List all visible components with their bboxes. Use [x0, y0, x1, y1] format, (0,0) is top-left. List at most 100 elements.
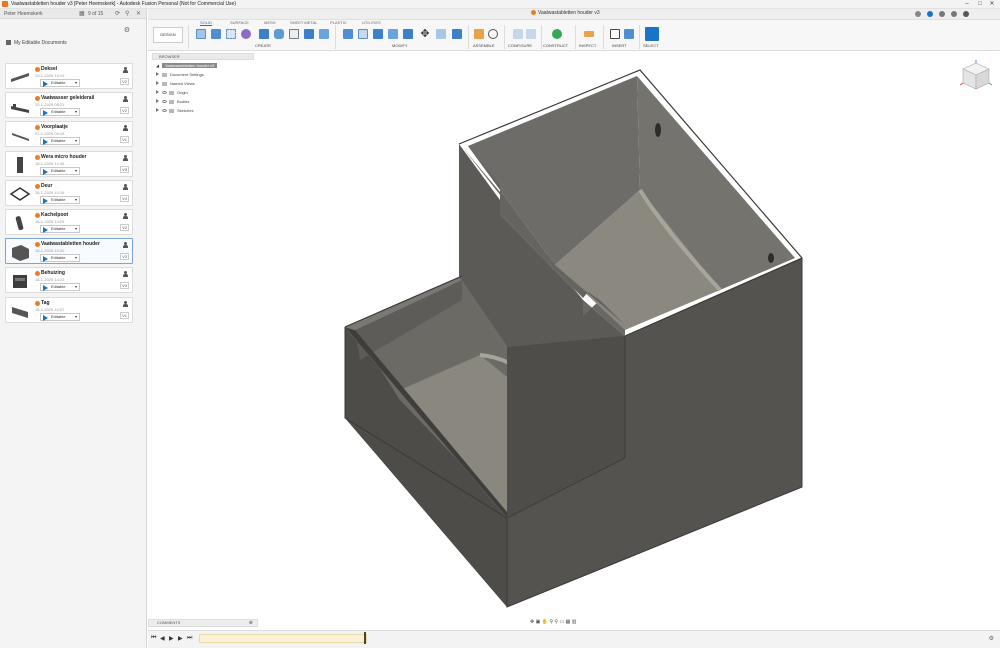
- construct-menu[interactable]: CONSTRUCT: [543, 43, 568, 48]
- notifications-icon[interactable]: [939, 11, 945, 17]
- fit-icon[interactable]: ⚲: [554, 619, 558, 625]
- document-card[interactable]: Vaatwasser geleiderail 10-1-2025 08:21 Edi…: [5, 92, 133, 119]
- display-settings-icon[interactable]: ▭: [559, 619, 564, 625]
- editable-dropdown[interactable]: Editable ▾: [40, 283, 80, 292]
- editable-dropdown[interactable]: Editable ▾: [40, 254, 80, 263]
- expand-arrow-icon[interactable]: [156, 81, 159, 85]
- editable-dropdown[interactable]: Editable ▾: [40, 312, 80, 321]
- document-name[interactable]: Deur: [41, 183, 52, 189]
- play-icon[interactable]: ▶: [169, 635, 174, 642]
- version-badge[interactable]: V4: [120, 194, 129, 202]
- browser-item-sketches[interactable]: Sketches: [156, 108, 193, 113]
- go-to-start-icon[interactable]: ⏮: [151, 635, 156, 642]
- expand-arrow-icon[interactable]: [156, 72, 159, 76]
- move-icon[interactable]: ✥: [420, 29, 430, 40]
- insert-image-icon[interactable]: [624, 29, 634, 39]
- person-icon[interactable]: [123, 96, 128, 103]
- create-sketch-icon[interactable]: [196, 29, 206, 39]
- tab-surface[interactable]: SURFACE: [230, 20, 249, 25]
- browser-item-document-settings[interactable]: Document Settings: [156, 72, 204, 77]
- inspect-menu[interactable]: INSPECT: [579, 43, 596, 48]
- expand-arrow-icon[interactable]: [156, 90, 159, 94]
- pattern-icon[interactable]: [319, 29, 329, 39]
- fillet-icon[interactable]: [358, 29, 368, 39]
- version-badge[interactable]: V2: [120, 78, 129, 85]
- document-card[interactable]: Wera micro houder 16-1-2025 12:46 Editable…: [5, 150, 133, 177]
- close-panel-icon[interactable]: ✕: [136, 10, 141, 17]
- maximize-icon[interactable]: □: [974, 0, 986, 9]
- breadcrumb[interactable]: My Editable Documents: [6, 40, 67, 46]
- tab-plastic[interactable]: PLASTIC: [330, 20, 347, 25]
- canvas-viewport[interactable]: [148, 51, 1000, 621]
- job-status-icon[interactable]: [927, 11, 933, 17]
- search-icon[interactable]: ⚲: [125, 10, 129, 17]
- offset-plane-icon[interactable]: [552, 29, 562, 39]
- document-card[interactable]: Deur 16-1-2025 10:16 Editable ▾ V4: [5, 179, 133, 206]
- tab-utilities[interactable]: UTILITIES: [362, 20, 381, 25]
- editable-dropdown[interactable]: Editable ▾: [40, 79, 80, 87]
- create-form-icon[interactable]: [289, 29, 299, 39]
- select-menu[interactable]: SELECT: [643, 43, 659, 48]
- document-name[interactable]: Behuizing: [41, 270, 65, 276]
- modify-menu[interactable]: MODIFY: [392, 43, 408, 48]
- configure-menu[interactable]: CONFIGURE: [508, 43, 532, 48]
- browser-item-bodies[interactable]: Bodies: [156, 99, 189, 104]
- home-icon[interactable]: [6, 40, 11, 46]
- timeline-features[interactable]: [199, 634, 367, 643]
- help-icon[interactable]: [951, 11, 957, 17]
- document-name[interactable]: Vaatwastabletten houder: [41, 241, 100, 247]
- chamfer-icon[interactable]: [373, 29, 383, 39]
- shell-icon[interactable]: [388, 29, 398, 39]
- document-name[interactable]: Deksel: [41, 66, 57, 72]
- editable-dropdown[interactable]: Editable ▾: [40, 137, 80, 146]
- document-card[interactable]: Voorplaatje 21-1-2025 09:19 Editable ▾ V1: [5, 121, 133, 148]
- orbit-icon[interactable]: ✥: [530, 619, 534, 625]
- measure-icon[interactable]: [584, 31, 594, 37]
- insert-menu[interactable]: INSERT: [612, 43, 627, 48]
- tab-mesh[interactable]: MESH: [264, 20, 276, 25]
- person-icon[interactable]: [123, 183, 128, 190]
- person-icon[interactable]: [123, 213, 128, 219]
- box-icon[interactable]: [259, 29, 269, 39]
- profile-icon[interactable]: [963, 11, 969, 17]
- version-badge[interactable]: V3: [120, 165, 129, 173]
- document-card[interactable]: Vaatwastabletten houder 18-1-2025 10:30 Ed…: [5, 238, 133, 265]
- browser-item-origin[interactable]: Origin: [156, 90, 188, 95]
- document-card[interactable]: Kachelpoot 16-1-2025 14:29 Editable ▾ V2: [5, 209, 133, 235]
- grid-settings-icon[interactable]: ▦: [566, 619, 571, 625]
- refresh-icon[interactable]: ⟳: [115, 10, 120, 17]
- version-badge[interactable]: V3: [120, 282, 129, 290]
- expand-arrow-icon[interactable]: [156, 99, 159, 103]
- user-menu[interactable]: Peter Heemskerk: [4, 11, 43, 17]
- grid-icon[interactable]: ▦: [79, 10, 85, 17]
- assemble-menu[interactable]: ASSEMBLE: [473, 43, 495, 48]
- editable-dropdown[interactable]: Editable ▾: [40, 225, 80, 233]
- configure-icon[interactable]: [513, 29, 523, 39]
- split-icon[interactable]: [452, 29, 462, 39]
- visibility-icon[interactable]: [162, 109, 167, 113]
- visibility-icon[interactable]: [162, 91, 167, 95]
- person-icon[interactable]: [123, 300, 128, 307]
- comments-panel[interactable]: COMMENTS ⊕: [148, 619, 258, 627]
- editable-dropdown[interactable]: Editable ▾: [40, 195, 80, 204]
- workspace-switcher[interactable]: DESIGN: [153, 27, 183, 43]
- joint-icon[interactable]: [488, 29, 498, 39]
- document-name[interactable]: Tag: [41, 300, 50, 306]
- form-icon[interactable]: [226, 29, 236, 39]
- expand-icon[interactable]: ◢: [156, 63, 159, 68]
- document-card[interactable]: Behuizing 18-1-2025 14:22 Editable ▾ V3: [5, 267, 133, 294]
- document-name[interactable]: Voorplaatje: [41, 124, 68, 130]
- version-badge[interactable]: V1: [120, 311, 129, 319]
- browser-root-node[interactable]: ◢ Vaatwastabletten houder v3: [156, 63, 218, 68]
- zoom-icon[interactable]: ⚲: [549, 619, 553, 625]
- gear-icon[interactable]: ⚙: [124, 26, 130, 34]
- editable-dropdown[interactable]: Editable ▾: [40, 166, 80, 175]
- expand-arrow-icon[interactable]: [156, 108, 159, 112]
- extrude-icon[interactable]: [211, 29, 221, 39]
- person-icon[interactable]: [123, 271, 128, 278]
- tab-solid[interactable]: SOLID: [200, 20, 213, 26]
- document-card[interactable]: Deksel 10-1-2025 13:19 Editable ▾ V2: [5, 63, 133, 89]
- minimize-icon[interactable]: –: [961, 0, 973, 9]
- tab-sheet-metal[interactable]: SHEET METAL: [290, 20, 317, 25]
- viewports-icon[interactable]: ▥: [572, 619, 577, 625]
